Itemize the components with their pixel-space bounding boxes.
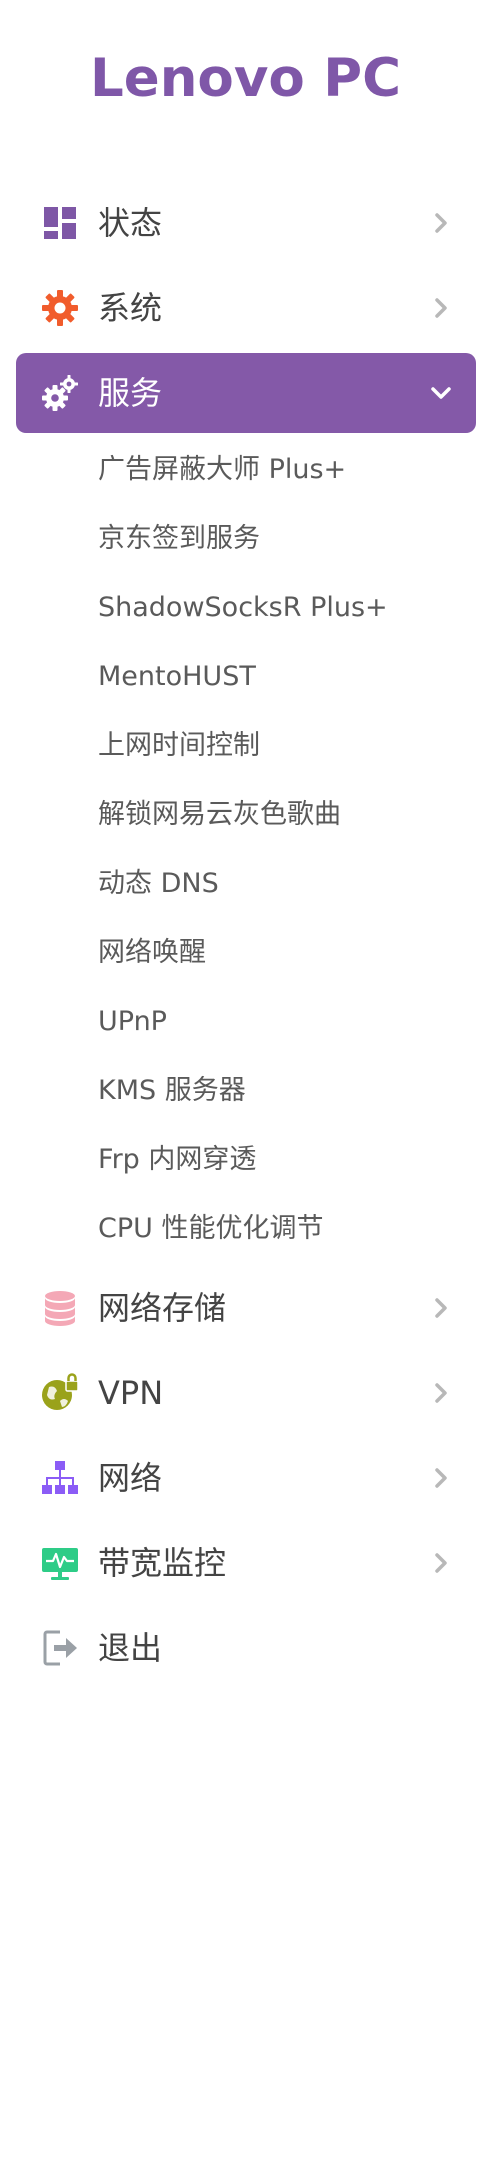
brand-logo[interactable]: Lenovo PC <box>0 48 491 109</box>
monitor-pulse-icon <box>40 1543 80 1583</box>
submenu-item-adblock[interactable]: 广告屏蔽大师 Plus+ <box>98 442 346 498</box>
chevron-right-icon <box>428 210 454 236</box>
submenu-item-wol[interactable]: 网络唤醒 <box>98 925 206 981</box>
menu-item-services[interactable]: 服务 <box>16 353 476 433</box>
menu-label-logout: 退出 <box>98 1629 163 1667</box>
chevron-right-icon <box>428 1550 454 1576</box>
submenu-item-unblock-netease[interactable]: 解锁网易云灰色歌曲 <box>98 787 341 843</box>
globe-lock-icon <box>40 1373 80 1413</box>
submenu-item-mentohust[interactable]: MentoHUST <box>98 649 256 705</box>
gears-icon <box>40 373 80 413</box>
chevron-right-icon <box>428 1380 454 1406</box>
menu-item-nas[interactable]: 网络存储 <box>16 1268 476 1348</box>
menu-label-nas: 网络存储 <box>98 1289 227 1327</box>
menu-item-system[interactable]: 系统 <box>16 268 476 348</box>
sign-out-icon <box>40 1628 80 1668</box>
database-icon <box>40 1288 80 1328</box>
submenu-item-cpufreq[interactable]: CPU 性能优化调节 <box>98 1201 323 1257</box>
menu-item-bandwidth[interactable]: 带宽监控 <box>16 1523 476 1603</box>
submenu-item-ddns[interactable]: 动态 DNS <box>98 856 219 912</box>
menu-label-network: 网络 <box>98 1459 163 1497</box>
menu-label-bandwidth: 带宽监控 <box>98 1544 227 1582</box>
submenu-item-upnp[interactable]: UPnP <box>98 994 167 1050</box>
submenu-item-time-control[interactable]: 上网时间控制 <box>98 718 260 774</box>
menu-label-vpn: VPN <box>98 1374 164 1412</box>
submenu-item-jd-checkin[interactable]: 京东签到服务 <box>98 511 260 567</box>
gear-icon <box>40 288 80 328</box>
sidebar: Lenovo PC 状态 系统 服务 广告屏蔽大师 Plus+ 京东签到服务 S… <box>0 0 491 2160</box>
menu-label-system: 系统 <box>98 289 163 327</box>
submenu-item-ssr-plus[interactable]: ShadowSocksR Plus+ <box>98 580 388 636</box>
chevron-right-icon <box>428 295 454 321</box>
sitemap-icon <box>40 1458 80 1498</box>
chevron-right-icon <box>428 1465 454 1491</box>
chevron-down-icon <box>428 380 454 406</box>
menu-item-logout[interactable]: 退出 <box>16 1608 476 1688</box>
menu-label-services: 服务 <box>98 374 163 412</box>
submenu-item-kms[interactable]: KMS 服务器 <box>98 1063 246 1119</box>
dashboard-icon <box>40 203 80 243</box>
chevron-right-icon <box>428 1295 454 1321</box>
menu-item-network[interactable]: 网络 <box>16 1438 476 1518</box>
submenu-item-frp[interactable]: Frp 内网穿透 <box>98 1132 256 1188</box>
menu-item-status[interactable]: 状态 <box>16 183 476 263</box>
menu-item-vpn[interactable]: VPN <box>16 1353 476 1433</box>
menu-label-status: 状态 <box>98 204 163 242</box>
